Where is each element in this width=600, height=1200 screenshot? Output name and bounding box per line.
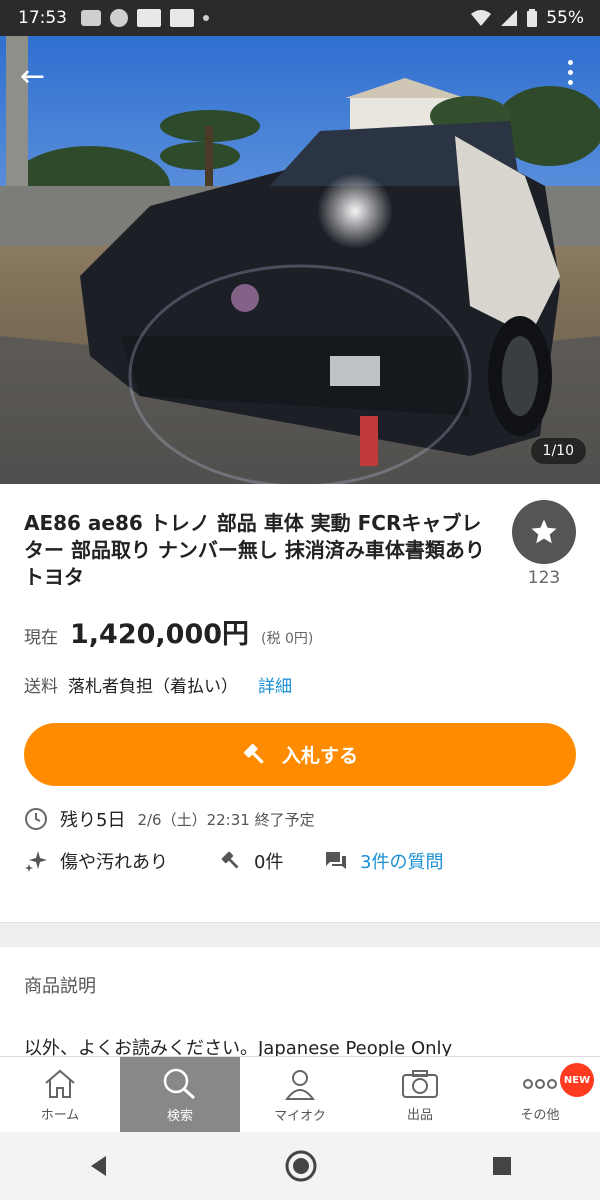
signal-icon xyxy=(501,10,518,26)
search-icon xyxy=(163,1068,196,1099)
new-badge: NEW xyxy=(560,1063,594,1097)
yahoo-notification-icon xyxy=(137,9,161,27)
back-triangle-icon[interactable] xyxy=(86,1153,112,1179)
sparkle-icon xyxy=(25,851,47,872)
shipping-label: 送料 xyxy=(24,677,58,697)
home-icon xyxy=(45,1069,75,1098)
bid-count: 0件 xyxy=(254,852,284,873)
shipping-value: 落札者負担（着払い） xyxy=(68,677,238,697)
watch-count: 123 xyxy=(527,568,561,588)
tab-search[interactable]: 検索 xyxy=(120,1057,240,1133)
battery-percent: 55% xyxy=(546,8,584,28)
bid-count-info: 0件 xyxy=(220,848,324,874)
item-photo-gallery[interactable]: ← 1/10 xyxy=(0,36,600,484)
home-circle-icon[interactable] xyxy=(284,1149,318,1183)
tab-home-label: ホーム xyxy=(40,1107,80,1123)
remaining-days: 残り5日 xyxy=(60,810,126,831)
condition-info: 傷や汚れあり xyxy=(24,848,220,874)
price-row: 現在 1,420,000円 (税 0円) xyxy=(24,612,313,651)
photo-counter: 1/10 xyxy=(530,438,586,464)
tab-sell-label: 出品 xyxy=(406,1107,433,1123)
tax-note: (税 0円) xyxy=(261,631,314,647)
recents-square-icon[interactable] xyxy=(490,1154,514,1178)
camera-icon xyxy=(402,1069,438,1098)
tab-search-label: 検索 xyxy=(166,1108,193,1124)
bottom-tab-bar: ホーム 検索 マイオク 出品 その他 NEW xyxy=(0,1056,600,1133)
questions-link[interactable]: 3件の質問 xyxy=(360,848,443,874)
wifi-icon xyxy=(471,10,492,26)
tab-more-label: その他 xyxy=(520,1107,560,1123)
condition-text: 傷や汚れあり xyxy=(60,852,168,873)
shipping-row: 送料 落札者負担（着払い） 詳細 xyxy=(24,672,292,697)
battery-icon xyxy=(527,9,538,27)
tab-home[interactable]: ホーム xyxy=(0,1057,120,1133)
status-bar: 17:53 55% xyxy=(0,0,600,36)
status-time: 17:53 xyxy=(18,8,67,28)
watchlist-button[interactable] xyxy=(512,500,576,564)
car-photo xyxy=(0,36,600,484)
end-time: 2/6（土）22:31 終了予定 xyxy=(137,810,315,829)
back-arrow-icon[interactable]: ← xyxy=(20,62,45,92)
tab-more[interactable]: その他 NEW xyxy=(480,1057,600,1133)
facebook-notification-icon xyxy=(110,9,128,27)
section-divider xyxy=(0,922,600,947)
bid-button[interactable]: 入札する xyxy=(24,723,576,786)
chat-icon xyxy=(326,852,346,869)
person-icon xyxy=(285,1069,315,1100)
description-heading: 商品説明 xyxy=(24,976,96,997)
system-navigation-bar xyxy=(0,1132,600,1200)
overflow-menu-icon[interactable] xyxy=(568,60,574,90)
yahoo-notification-icon xyxy=(170,9,194,27)
more-icon xyxy=(523,1078,557,1089)
tab-sell[interactable]: 出品 xyxy=(360,1057,480,1133)
gallery-notification-icon xyxy=(81,10,101,26)
remaining-time-row: 残り5日 2/6（土）22:31 終了予定 xyxy=(24,806,315,832)
item-title: AE86 ae86 トレノ 部品 車体 実動 FCRキャブレター 部品取り ナン… xyxy=(24,511,485,589)
more-notifications-icon xyxy=(203,15,209,21)
shipping-detail-link[interactable]: 詳細 xyxy=(258,672,292,697)
tab-myauction[interactable]: マイオク xyxy=(240,1057,360,1133)
bid-button-label: 入札する xyxy=(281,745,358,767)
tab-myauction-label: マイオク xyxy=(274,1108,326,1124)
clock-icon xyxy=(25,808,47,830)
questions-info[interactable]: 3件の質問 xyxy=(324,848,443,874)
gavel-icon xyxy=(221,851,239,869)
price-label: 現在 xyxy=(24,628,58,648)
item-meta-row: 傷や汚れあり 0件 3件の質問 xyxy=(24,848,443,874)
star-icon xyxy=(531,519,557,544)
gavel-icon xyxy=(243,743,264,764)
current-price: 1,420,000円 xyxy=(70,619,250,650)
notification-icons xyxy=(81,9,209,27)
